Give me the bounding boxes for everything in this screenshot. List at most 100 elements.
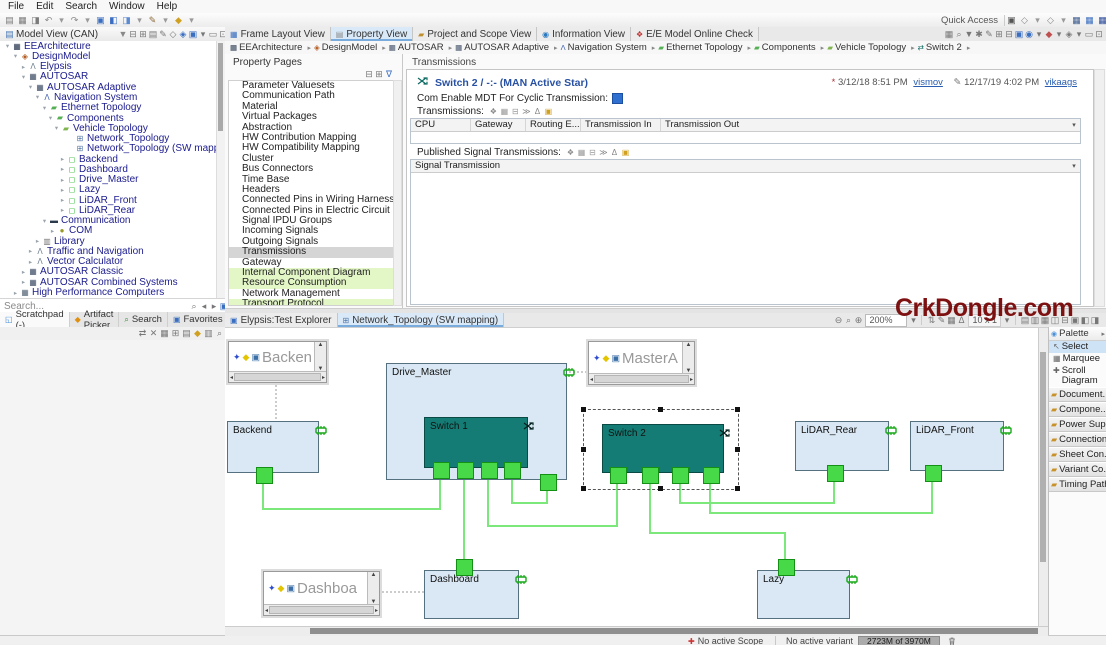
palette-collapse-icon[interactable]: ▸ <box>1101 330 1105 338</box>
ethernet-port[interactable] <box>672 467 689 484</box>
palette-group[interactable]: ▰ Connections <box>1049 432 1106 447</box>
editor-toolbar-icon[interactable]: ✱ <box>974 29 984 40</box>
tree-expand-arrow[interactable]: ▾ <box>19 73 28 81</box>
tree-expand-arrow[interactable]: ▾ <box>52 124 61 132</box>
column-header[interactable]: CPU <box>411 119 471 131</box>
tree-item[interactable]: ▸ Λ Elypsis <box>0 62 225 72</box>
property-page-item[interactable]: Bus Connectors <box>229 164 393 174</box>
tree-item[interactable]: ▾ ▬ Communication <box>0 216 225 226</box>
editor-tab[interactable]: ▦ Frame Layout View <box>225 27 331 41</box>
ethernet-port[interactable] <box>256 467 273 484</box>
tree-item[interactable]: ▾ ▦ AUTOSAR Adaptive <box>0 82 225 92</box>
table-dropdown-icon[interactable]: ▾ <box>1068 121 1080 129</box>
field-toolbar-icon[interactable]: ≫ <box>521 106 532 117</box>
diagram-toolbar-icon[interactable]: ◨ <box>1090 315 1100 326</box>
menu-item[interactable]: Help <box>151 1 184 12</box>
view-toolbar-icon[interactable]: ▣ <box>188 29 198 40</box>
palette-group[interactable]: ▰ Power Sup... <box>1049 417 1106 432</box>
toolbar-icon[interactable]: ◆ <box>172 15 185 26</box>
property-page-item[interactable]: Transport Protocol <box>229 299 393 306</box>
tree-item[interactable]: ▾ ▦ EEArchitecture <box>0 41 225 51</box>
perspective-icon[interactable]: ▦ <box>1083 15 1096 26</box>
breadcrumb-item[interactable]: Λ Navigation System ▸ <box>561 42 659 53</box>
ethernet-port[interactable] <box>457 462 474 479</box>
ethernet-port[interactable] <box>827 465 844 482</box>
left-bottom-tab[interactable]: ◱ Scratchpad (-) <box>0 312 70 327</box>
scratchpad-toolbar-icon[interactable]: ▤ <box>181 328 192 339</box>
toolbar-icon[interactable]: ↶ <box>42 15 55 26</box>
table-dropdown-icon[interactable]: ▾ <box>1068 162 1080 170</box>
tree-scrollbar-thumb[interactable] <box>218 43 223 131</box>
toolbar-icon[interactable]: ▦ <box>16 15 29 26</box>
perspective-icon[interactable]: ▾ <box>1057 15 1070 26</box>
editor-toolbar-icon[interactable]: ◆ <box>1044 29 1054 40</box>
view-toolbar-icon[interactable]: ◈ <box>178 29 188 40</box>
tree-expand-arrow[interactable]: ▸ <box>26 247 35 255</box>
editor-tab[interactable]: ◉ Information View <box>537 27 631 41</box>
editor-toolbar-icon[interactable]: ▭ <box>1084 29 1094 40</box>
tree-item[interactable]: ▾ ◈ DesignModel <box>0 51 225 61</box>
com-enable-checkbox[interactable] <box>612 93 623 104</box>
zoom-icon[interactable]: ⊕ <box>853 315 863 326</box>
tree-expand-arrow[interactable]: ▸ <box>58 176 67 184</box>
tree-expand-arrow[interactable]: ▸ <box>58 206 67 214</box>
editor-toolbar-icon[interactable]: ✎ <box>984 29 994 40</box>
tree-expand-arrow[interactable]: ▸ <box>58 196 67 204</box>
widget-vscrollbar[interactable]: ▲▼ <box>314 342 326 372</box>
diagram-node-switch-1[interactable]: Switch 1 <box>424 417 528 468</box>
tree-expand-arrow[interactable]: ▸ <box>11 289 20 297</box>
scratchpad-toolbar-icon[interactable]: ⌕ <box>214 328 225 339</box>
left-bottom-tab[interactable]: ◆ Artifact Picker <box>70 312 120 327</box>
tree-item[interactable]: ⊞ Network_Topology (SW mapping) <box>0 144 225 154</box>
editor-toolbar-icon[interactable]: ▦ <box>944 29 954 40</box>
widget-vscrollbar[interactable]: ▲▼ <box>682 342 694 374</box>
palette-group[interactable]: ▰ Sheet Con... <box>1049 447 1106 462</box>
view-toolbar-icon[interactable]: ⊞ <box>138 29 148 40</box>
connection[interactable] <box>710 478 932 513</box>
selection-handle[interactable] <box>581 407 586 412</box>
editor-toolbar-icon[interactable]: ▣ <box>1014 29 1024 40</box>
tree-expand-arrow[interactable]: ▸ <box>33 237 42 245</box>
toolbar-icon[interactable]: ◨ <box>29 15 42 26</box>
property-pages-icon[interactable]: ⊟ <box>364 69 374 80</box>
scratchpad-toolbar-icon[interactable]: ⊞ <box>170 328 181 339</box>
diagram-canvas[interactable]: BackendDrive_MasterLiDAR_RearLiDAR_Front… <box>225 327 1048 636</box>
tree-item[interactable]: ▾ ▦ AUTOSAR <box>0 72 225 82</box>
view-toolbar-icon[interactable]: ▭ <box>208 29 218 40</box>
column-header[interactable]: Transmission Out <box>661 119 1068 131</box>
palette-group[interactable]: ▰ Variant Co... <box>1049 462 1106 477</box>
diagram-toolbar-icon[interactable]: ◧ <box>1080 315 1090 326</box>
connection[interactable] <box>263 478 440 509</box>
tree-item[interactable]: ▸ ◻ LiDAR_Rear <box>0 205 225 215</box>
search-icon[interactable]: ⌕ <box>189 301 199 312</box>
perspective-icon[interactable]: ▦ <box>1070 15 1083 26</box>
field-toolbar-icon[interactable]: ▦ <box>576 147 587 158</box>
field-toolbar-icon[interactable]: ▦ <box>499 106 510 117</box>
palette-tool[interactable]: ↖ Select <box>1049 341 1106 353</box>
diagram-node-switch-2[interactable]: Switch 2 <box>602 424 724 473</box>
field-toolbar-icon[interactable]: ▣ <box>543 106 554 117</box>
selection-handle[interactable] <box>581 447 586 452</box>
perspective-icon[interactable]: ▦ <box>1096 15 1106 26</box>
menu-item[interactable]: File <box>2 1 30 12</box>
perspective-icon[interactable]: ◇ <box>1018 15 1031 26</box>
field-toolbar-icon[interactable]: ⊟ <box>587 147 598 158</box>
editor-toolbar-icon[interactable]: ⊡ <box>1094 29 1104 40</box>
canvas-vscrollbar-thumb[interactable] <box>1040 352 1046 562</box>
toolbar-icon[interactable]: ▤ <box>3 15 16 26</box>
editor-toolbar-icon[interactable]: ⊟ <box>1004 29 1014 40</box>
field-toolbar-icon[interactable]: ▣ <box>620 147 631 158</box>
editor-toolbar-icon[interactable]: ◉ <box>1024 29 1034 40</box>
transmissions-table-body[interactable] <box>411 132 1080 143</box>
selection-handle[interactable] <box>735 447 740 452</box>
tree-item[interactable]: ▸ ◻ LiDAR_Front <box>0 195 225 205</box>
modified-by-link[interactable]: vikaags <box>1045 77 1077 88</box>
ethernet-port[interactable] <box>540 474 557 491</box>
ethernet-port[interactable] <box>610 467 627 484</box>
field-toolbar-icon[interactable]: ≫ <box>598 147 609 158</box>
diagram-node-dashboard[interactable]: Dashboard <box>424 570 519 619</box>
selection-handle[interactable] <box>735 486 740 491</box>
breadcrumb-item[interactable]: ▦ AUTOSAR ▸ <box>389 42 455 53</box>
field-toolbar-icon[interactable]: ❖ <box>565 147 576 158</box>
selection-handle[interactable] <box>658 486 663 491</box>
